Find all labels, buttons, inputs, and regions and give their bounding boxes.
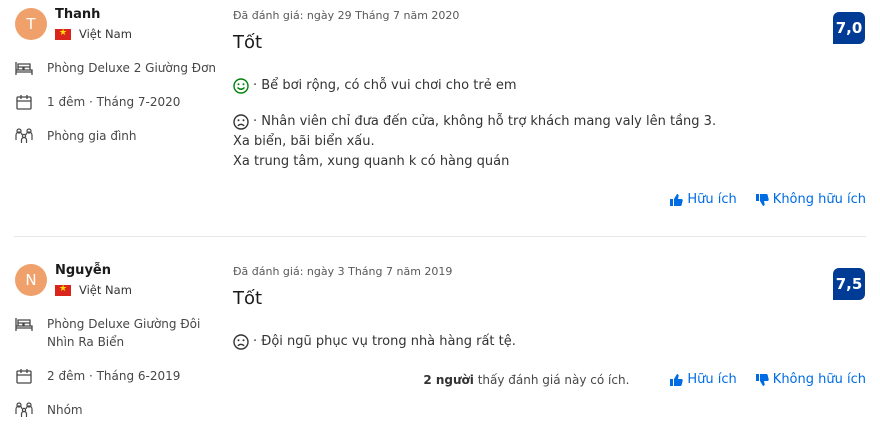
reviewer-name: Nguyễn (55, 263, 111, 278)
review-actions: 2 người thấy đánh giá này có ích. Hữu íc… (423, 372, 866, 387)
review-title: Tốt (233, 32, 263, 53)
sad-face-icon (233, 334, 249, 350)
country-label: Việt Nam (79, 27, 132, 41)
vietnam-flag-icon (55, 27, 71, 40)
helpful-count-text: 2 người thấy đánh giá này có ích. (423, 373, 629, 387)
country-label: Việt Nam (79, 283, 132, 297)
review-title: Tốt (233, 288, 263, 309)
bed-icon (15, 315, 33, 333)
bed-icon (15, 59, 33, 77)
not-helpful-button[interactable]: Không hữu ích (755, 372, 866, 387)
avatar: T (15, 8, 47, 40)
room-type-row: Phòng Deluxe Giường Đôi Nhìn Ra Biển (15, 315, 207, 351)
vietnam-flag-icon (55, 283, 71, 296)
review-card: N Nguyễn Việt Nam Phòng Deluxe Giường Đô… (0, 256, 880, 439)
reviewer-country: Việt Nam (55, 27, 132, 41)
stay-row: 1 đêm · Tháng 7-2020 (15, 93, 217, 111)
stay-length: 2 đêm · Tháng 6-2019 (47, 369, 181, 383)
helpful-label: Hữu ích (687, 372, 737, 387)
helpful-button[interactable]: Hữu ích (669, 372, 737, 387)
family-icon (15, 127, 33, 145)
disliked-extra-1: Xa biển, bãi biển xấu. (233, 134, 375, 149)
traveler-type: Nhóm (47, 403, 83, 417)
group-icon (15, 401, 33, 419)
stay-length: 1 đêm · Tháng 7-2020 (47, 95, 181, 109)
helpful-button[interactable]: Hữu ích (669, 192, 737, 207)
traveler-type-row: Phòng gia đình (15, 127, 217, 145)
avatar: N (15, 264, 47, 296)
review-date: Đã đánh giá: ngày 29 Tháng 7 năm 2020 (233, 9, 460, 22)
disliked-text: · Nhân viên chỉ đưa đến cửa, không hỗ tr… (253, 114, 717, 129)
review-actions: Hữu ích Không hữu ích (651, 192, 866, 207)
helpful-label: Hữu ích (687, 192, 737, 207)
room-type-row: Phòng Deluxe 2 Giường Đơn (15, 59, 217, 77)
calendar-icon (15, 93, 33, 111)
review-divider (14, 236, 866, 237)
happy-face-icon (233, 78, 249, 94)
calendar-icon (15, 367, 33, 385)
stay-row: 2 đêm · Tháng 6-2019 (15, 367, 217, 385)
review-score: 7,0 (833, 12, 865, 44)
disliked-text: · Đội ngũ phục vụ trong nhà hàng rất tệ. (253, 334, 516, 349)
traveler-type: Phòng gia đình (47, 129, 137, 143)
thumbs-up-icon (670, 373, 684, 386)
disliked-extra-2: Xa trung tâm, xung quanh k có hàng quán (233, 154, 510, 169)
not-helpful-label: Không hữu ích (772, 192, 866, 207)
review-card: T Thanh Việt Nam Phòng Deluxe 2 Giường Đ… (0, 0, 880, 236)
traveler-type-row: Nhóm (15, 401, 217, 419)
review-date: Đã đánh giá: ngày 3 Tháng 7 năm 2019 (233, 265, 453, 278)
liked-text: · Bể bơi rộng, có chỗ vui chơi cho trẻ e… (253, 78, 517, 93)
reviewer-name: Thanh (55, 7, 101, 22)
not-helpful-button[interactable]: Không hữu ích (755, 192, 866, 207)
room-type: Phòng Deluxe Giường Đôi Nhìn Ra Biển (47, 317, 201, 349)
room-type: Phòng Deluxe 2 Giường Đơn (47, 61, 217, 75)
thumbs-up-icon (670, 193, 684, 206)
sad-face-icon (233, 114, 249, 130)
review-score: 7,5 (833, 268, 865, 300)
disliked-line: · Nhân viên chỉ đưa đến cửa, không hỗ tr… (233, 112, 716, 132)
disliked-line: · Đội ngũ phục vụ trong nhà hàng rất tệ. (233, 332, 516, 352)
liked-line: · Bể bơi rộng, có chỗ vui chơi cho trẻ e… (233, 76, 517, 96)
thumbs-down-icon (755, 193, 769, 206)
not-helpful-label: Không hữu ích (772, 372, 866, 387)
reviewer-country: Việt Nam (55, 283, 132, 297)
helpful-count: 2 người (423, 372, 474, 387)
helpful-count-suffix: thấy đánh giá này có ích. (473, 372, 630, 387)
thumbs-down-icon (755, 373, 769, 386)
